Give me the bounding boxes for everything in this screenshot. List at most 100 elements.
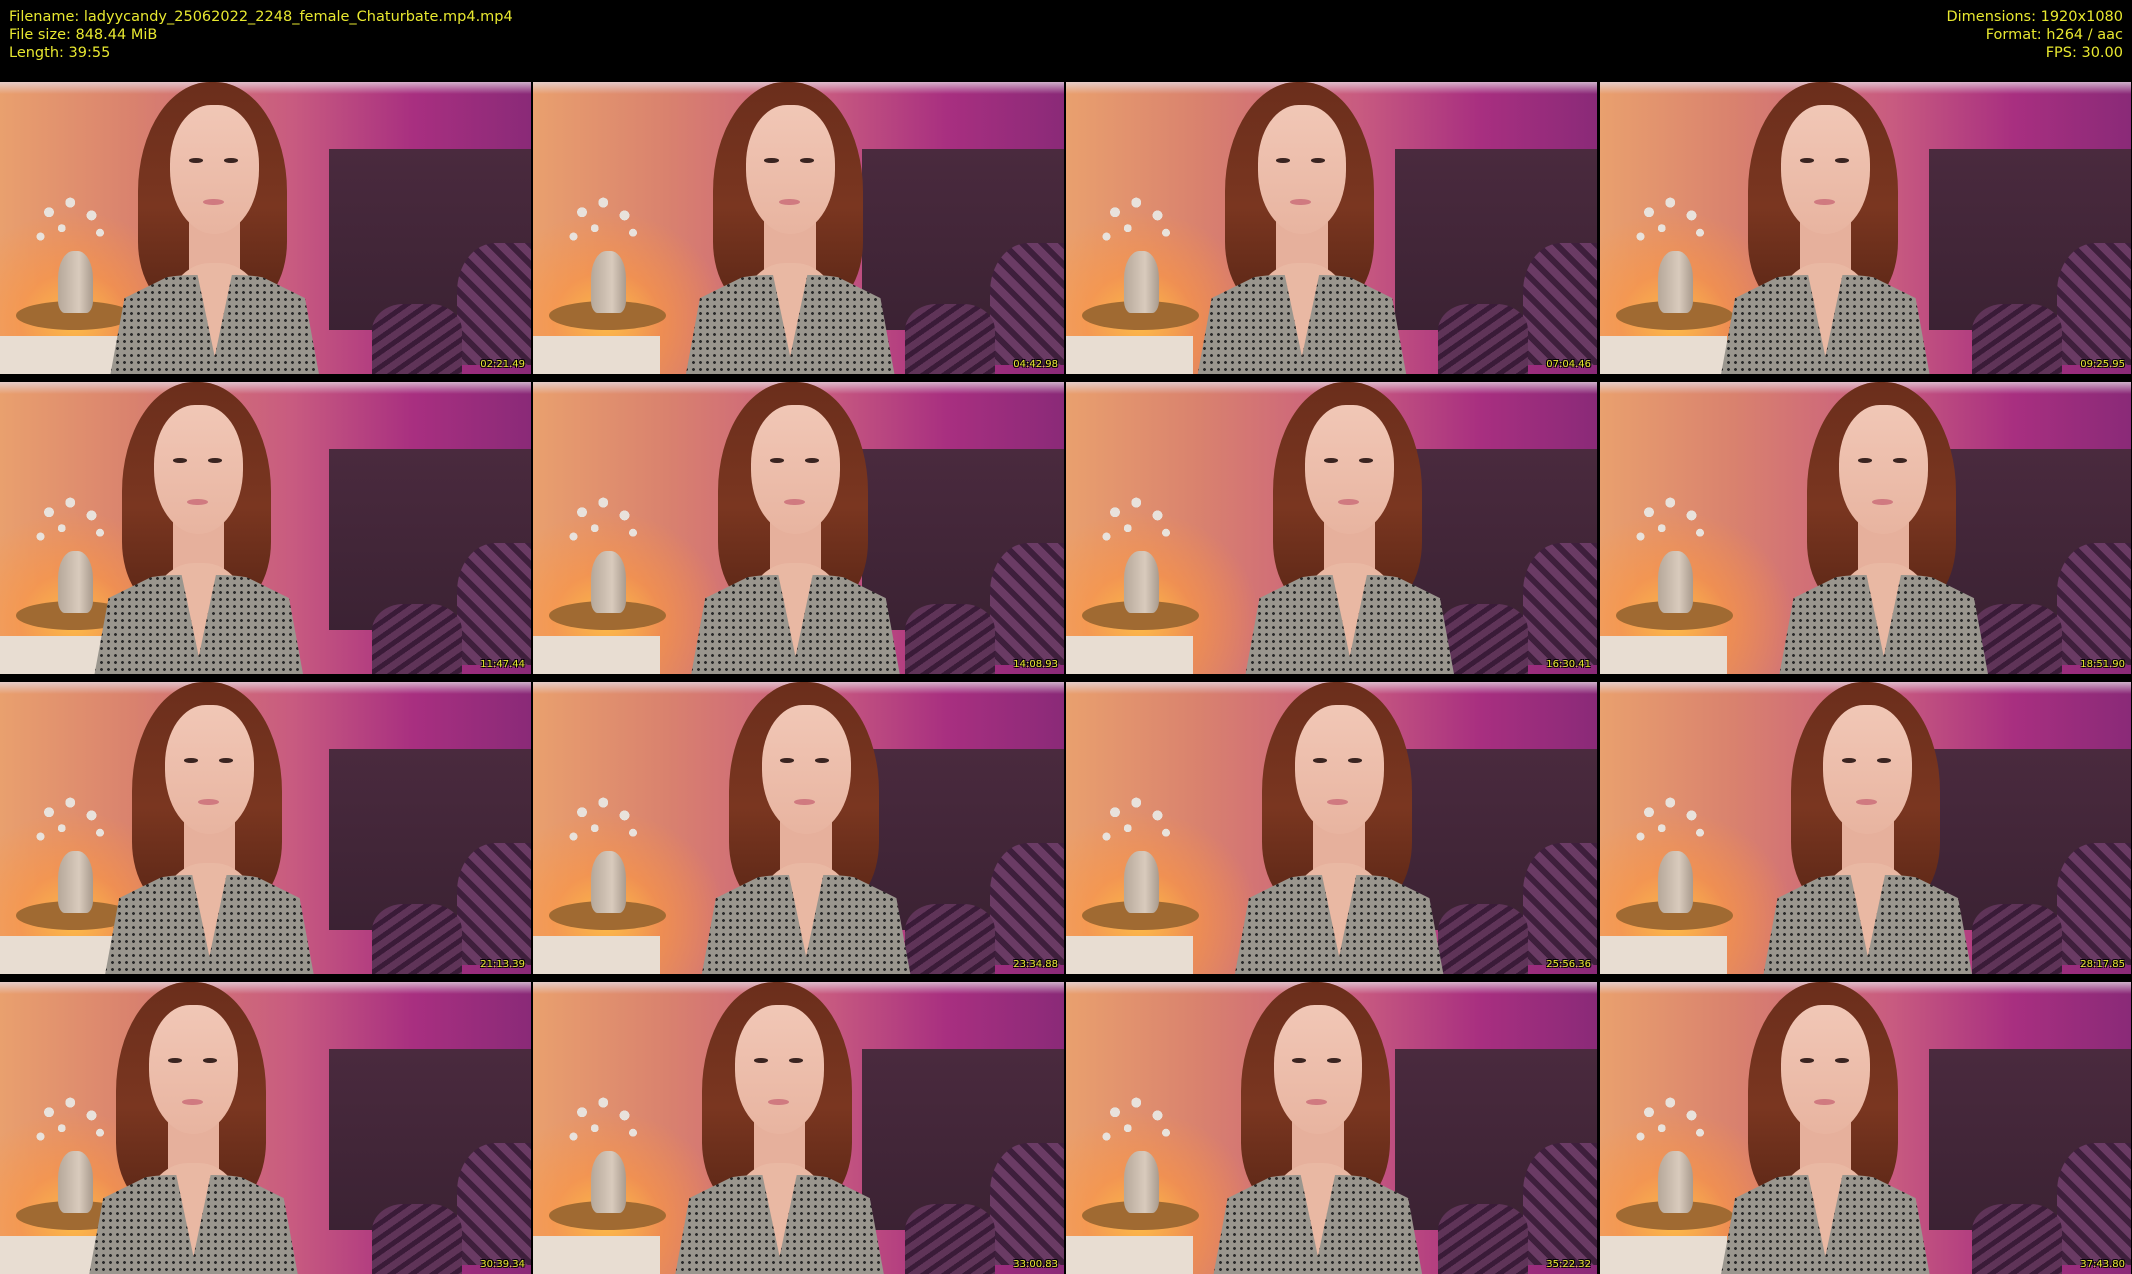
face: [1780, 105, 1870, 234]
eye: [1842, 757, 1857, 763]
filesize-text: File size: 848.44 MiB: [9, 27, 158, 43]
video-thumbnail[interactable]: 16:30.41: [1066, 382, 1597, 674]
face: [165, 705, 254, 834]
lips: [783, 498, 805, 506]
thumbnail-timestamp: 21:13.39: [480, 959, 525, 970]
video-thumbnail[interactable]: 09:25.95: [1600, 82, 2131, 374]
face: [1294, 705, 1384, 834]
face: [761, 705, 851, 834]
cushion: [1522, 842, 1597, 966]
person-figure: [1220, 682, 1454, 974]
eye: [804, 457, 819, 463]
cushion: [1522, 242, 1597, 366]
shelf: [1600, 936, 1728, 974]
cushion: [904, 1203, 995, 1274]
person-figure: [1765, 382, 1999, 674]
shelf: [533, 336, 661, 374]
eye: [1834, 157, 1849, 163]
face: [149, 1005, 238, 1134]
person-figure: [1183, 82, 1417, 374]
eye: [1327, 1057, 1342, 1063]
thumbnail-timestamp: 18:51.90: [2080, 659, 2125, 670]
thumbnail-timestamp: 35:22.32: [1546, 1259, 1591, 1270]
eye: [173, 457, 188, 463]
cushion: [456, 542, 531, 666]
file-info-right: Dimensions: 1920x1080 Format: h264 / aac…: [1946, 8, 2123, 62]
fps-text: FPS: 30.00: [2045, 45, 2123, 61]
thumbnail-timestamp: 09:25.95: [2080, 359, 2125, 370]
cushion: [1437, 1203, 1528, 1274]
face: [1823, 705, 1913, 834]
video-thumbnail[interactable]: 18:51.90: [1600, 382, 2131, 674]
cushion: [456, 242, 531, 366]
video-thumbnail[interactable]: 23:34.88: [533, 682, 1064, 974]
file-info-left: Filename: ladyycandy_25062022_2248_femal…: [9, 8, 513, 62]
vase: [591, 1151, 626, 1213]
eye: [1276, 157, 1291, 163]
person-figure: [90, 682, 324, 974]
cushion: [989, 242, 1064, 366]
video-thumbnail[interactable]: 02:21.49: [0, 82, 531, 374]
cotton-branches: [1631, 1092, 1717, 1158]
person-figure: [96, 82, 330, 374]
cotton-branches: [564, 492, 650, 558]
cushion: [371, 303, 462, 374]
video-thumbnail[interactable]: 33:00.83: [533, 982, 1064, 1274]
thumbnail-timestamp: 14:08.93: [1013, 659, 1058, 670]
video-thumbnail[interactable]: 30:39.34: [0, 982, 531, 1274]
cotton-branches: [1097, 192, 1183, 258]
video-thumbnail[interactable]: 35:22.32: [1066, 982, 1597, 1274]
filename-text: Filename: ladyycandy_25062022_2248_femal…: [9, 9, 513, 25]
eye: [1311, 157, 1326, 163]
eye: [1858, 457, 1873, 463]
cotton-branches: [1097, 1092, 1183, 1158]
video-thumbnail[interactable]: 21:13.39: [0, 682, 531, 974]
eye: [1348, 757, 1363, 763]
video-thumbnail[interactable]: 37:43.80: [1600, 982, 2131, 1274]
vase: [1124, 251, 1159, 313]
video-thumbnail[interactable]: 11:47.44: [0, 382, 531, 674]
lips: [197, 798, 219, 806]
video-thumbnail[interactable]: 14:08.93: [533, 382, 1064, 674]
thumbnail-timestamp: 23:34.88: [1013, 959, 1058, 970]
lips: [1813, 198, 1835, 206]
vase: [591, 251, 626, 313]
cushion: [456, 1142, 531, 1266]
person-figure: [676, 382, 910, 674]
shelf: [1066, 336, 1194, 374]
cotton-branches: [1097, 792, 1183, 858]
cushion: [371, 903, 462, 974]
eye: [815, 757, 830, 763]
vase: [1658, 1151, 1693, 1213]
face: [154, 405, 244, 534]
face: [1273, 1005, 1363, 1134]
eye: [183, 757, 198, 763]
cushion: [1522, 1142, 1597, 1266]
eye: [799, 157, 814, 163]
cushion: [371, 1203, 462, 1274]
thumbnail-timestamp: 07:04.46: [1546, 359, 1591, 370]
video-thumbnail[interactable]: 07:04.46: [1066, 82, 1597, 374]
face: [735, 1005, 824, 1134]
cushion: [2056, 542, 2131, 666]
cushion: [1522, 542, 1597, 666]
person-figure: [1231, 382, 1465, 674]
cushion: [1971, 1203, 2062, 1274]
person-figure: [80, 382, 314, 674]
thumbnail-timestamp: 04:42.98: [1013, 359, 1058, 370]
person-figure: [671, 82, 905, 374]
video-thumbnail[interactable]: 28:17.85: [1600, 682, 2131, 974]
shelf: [1066, 936, 1194, 974]
video-thumbnail[interactable]: 25:56.36: [1066, 682, 1597, 974]
person-figure: [1749, 682, 1983, 974]
shelf: [533, 936, 661, 974]
video-thumbnail[interactable]: 04:42.98: [533, 82, 1064, 374]
eye: [224, 157, 239, 163]
lips: [778, 198, 800, 206]
cushion: [904, 303, 995, 374]
shelf: [533, 636, 661, 674]
face: [1839, 405, 1929, 534]
vase: [591, 851, 626, 913]
eye: [1359, 457, 1374, 463]
eye: [167, 1057, 182, 1063]
